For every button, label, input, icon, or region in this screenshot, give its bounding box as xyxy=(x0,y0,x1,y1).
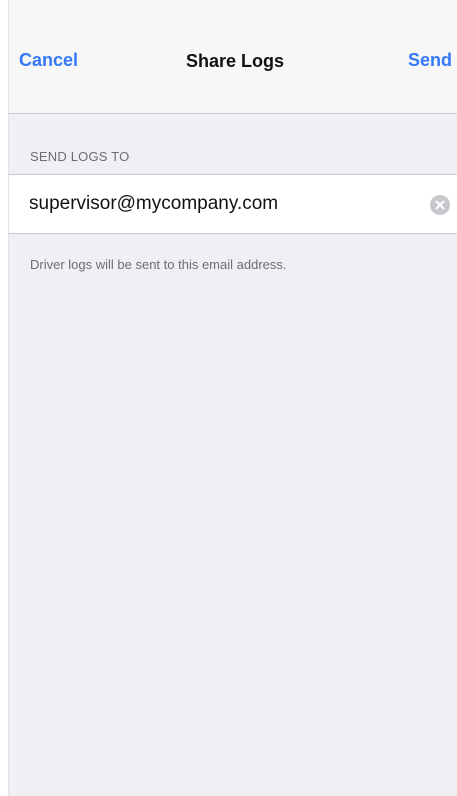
share-logs-screen: Cancel Share Logs Send SEND LOGS TO Driv… xyxy=(8,0,457,796)
send-button[interactable]: Send xyxy=(408,50,452,71)
page-title: Share Logs xyxy=(185,51,285,71)
section-header: SEND LOGS TO xyxy=(30,149,130,164)
email-field[interactable] xyxy=(29,188,409,220)
navigation-bar: Cancel Share Logs Send xyxy=(9,0,457,114)
clear-icon[interactable] xyxy=(430,195,450,215)
email-field-row xyxy=(9,174,457,234)
footer-note: Driver logs will be sent to this email a… xyxy=(30,257,287,272)
